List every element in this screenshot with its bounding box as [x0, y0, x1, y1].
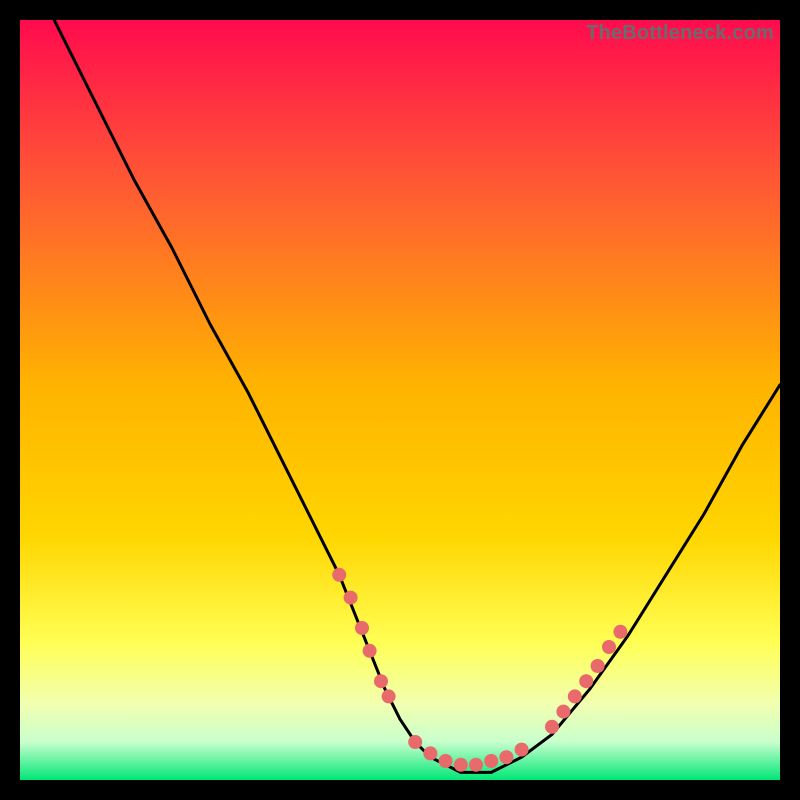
- marker-dot: [344, 591, 358, 605]
- marker-dot: [423, 746, 437, 760]
- marker-dot: [374, 674, 388, 688]
- marker-dot: [382, 689, 396, 703]
- marker-dot: [556, 705, 570, 719]
- marker-dot: [363, 644, 377, 658]
- marker-dot: [515, 743, 529, 757]
- gradient-background: [20, 20, 780, 780]
- marker-dot: [568, 689, 582, 703]
- marker-dot: [469, 758, 483, 772]
- marker-dot: [454, 758, 468, 772]
- watermark-text: TheBottleneck.com: [586, 22, 774, 45]
- marker-dot: [579, 674, 593, 688]
- marker-dot: [332, 568, 346, 582]
- marker-dot: [591, 659, 605, 673]
- marker-dot: [613, 625, 627, 639]
- marker-dot: [499, 750, 513, 764]
- chart-svg: [20, 20, 780, 780]
- marker-dot: [602, 640, 616, 654]
- marker-dot: [408, 735, 422, 749]
- chart-frame: TheBottleneck.com: [20, 20, 780, 780]
- marker-dot: [545, 720, 559, 734]
- marker-dot: [484, 754, 498, 768]
- marker-dot: [439, 754, 453, 768]
- marker-dot: [355, 621, 369, 635]
